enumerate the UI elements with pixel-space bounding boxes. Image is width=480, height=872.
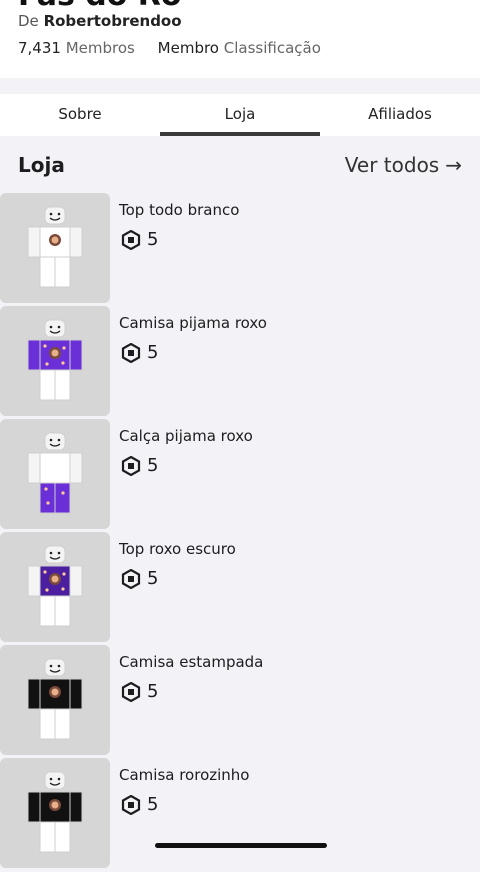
group-header: Fãs do Ro De Robertobrendoo 7,431 Membro… <box>0 0 480 78</box>
item-price: 5 <box>121 794 158 815</box>
members-count: 7,431 <box>18 39 61 57</box>
see-all-link[interactable]: Ver todos → <box>345 153 462 177</box>
item-price-value: 5 <box>147 568 159 589</box>
item-thumbnail[interactable] <box>0 758 110 868</box>
by-prefix: De <box>18 12 39 30</box>
item-price: 5 <box>121 681 158 702</box>
item-price: 5 <box>121 455 158 476</box>
item-name[interactable]: Camisa rorozinho <box>119 766 249 784</box>
owner-link[interactable]: Robertobrendoo <box>44 12 182 30</box>
item-price: 5 <box>121 342 158 363</box>
robux-icon <box>121 342 147 363</box>
item-price-value: 5 <box>147 342 159 363</box>
store-item[interactable]: Camisa estampada 5 <box>0 645 480 758</box>
item-price-value: 5 <box>147 681 159 702</box>
item-price-value: 5 <box>147 229 159 250</box>
item-thumbnail[interactable] <box>0 306 110 416</box>
robux-icon <box>121 794 147 815</box>
store-item[interactable]: Top todo branco 5 <box>0 193 480 306</box>
store-item[interactable]: Calça pijama roxo 5 <box>0 419 480 532</box>
item-price: 5 <box>121 229 158 250</box>
robux-icon <box>121 568 147 589</box>
robux-icon <box>121 681 147 702</box>
store-item[interactable]: Camisa pijama roxo 5 <box>0 306 480 419</box>
item-thumbnail[interactable] <box>0 193 110 303</box>
tab-sobre[interactable]: Sobre <box>0 94 160 136</box>
tab-bar: Sobre Loja Afiliados <box>0 94 480 136</box>
item-name[interactable]: Top roxo escuro <box>119 540 236 558</box>
robux-icon <box>121 455 147 476</box>
robux-icon <box>121 229 147 250</box>
item-name[interactable]: Camisa pijama roxo <box>119 314 267 332</box>
item-name[interactable]: Top todo branco <box>119 201 239 219</box>
members-label: Membros <box>65 39 135 57</box>
group-stats: 7,431 Membros Membro Classificação <box>18 39 321 57</box>
rank-value: Membro <box>157 39 219 57</box>
tab-afiliados[interactable]: Afiliados <box>320 94 480 136</box>
item-price-value: 5 <box>147 794 159 815</box>
home-indicator[interactable] <box>155 843 327 848</box>
store-item[interactable]: Top roxo escuro 5 <box>0 532 480 645</box>
item-thumbnail[interactable] <box>0 532 110 642</box>
tab-loja[interactable]: Loja <box>160 94 320 136</box>
item-thumbnail[interactable] <box>0 645 110 755</box>
see-all-label: Ver todos <box>344 153 440 177</box>
group-byline: De Robertobrendoo <box>18 12 182 30</box>
item-name[interactable]: Calça pijama roxo <box>119 427 253 445</box>
item-price-value: 5 <box>147 455 159 476</box>
item-thumbnail[interactable] <box>0 419 110 529</box>
arrow-right-icon: → <box>445 153 462 177</box>
store-section-title: Loja <box>18 153 65 177</box>
rank-caption: Classificação <box>223 39 321 57</box>
item-name[interactable]: Camisa estampada <box>119 653 263 671</box>
item-price: 5 <box>121 568 158 589</box>
store-item[interactable]: Camisa rorozinho 5 <box>0 758 480 871</box>
store-item-list: Top todo branco 5 Camisa pijama roxo 5 Calça… <box>0 193 480 871</box>
